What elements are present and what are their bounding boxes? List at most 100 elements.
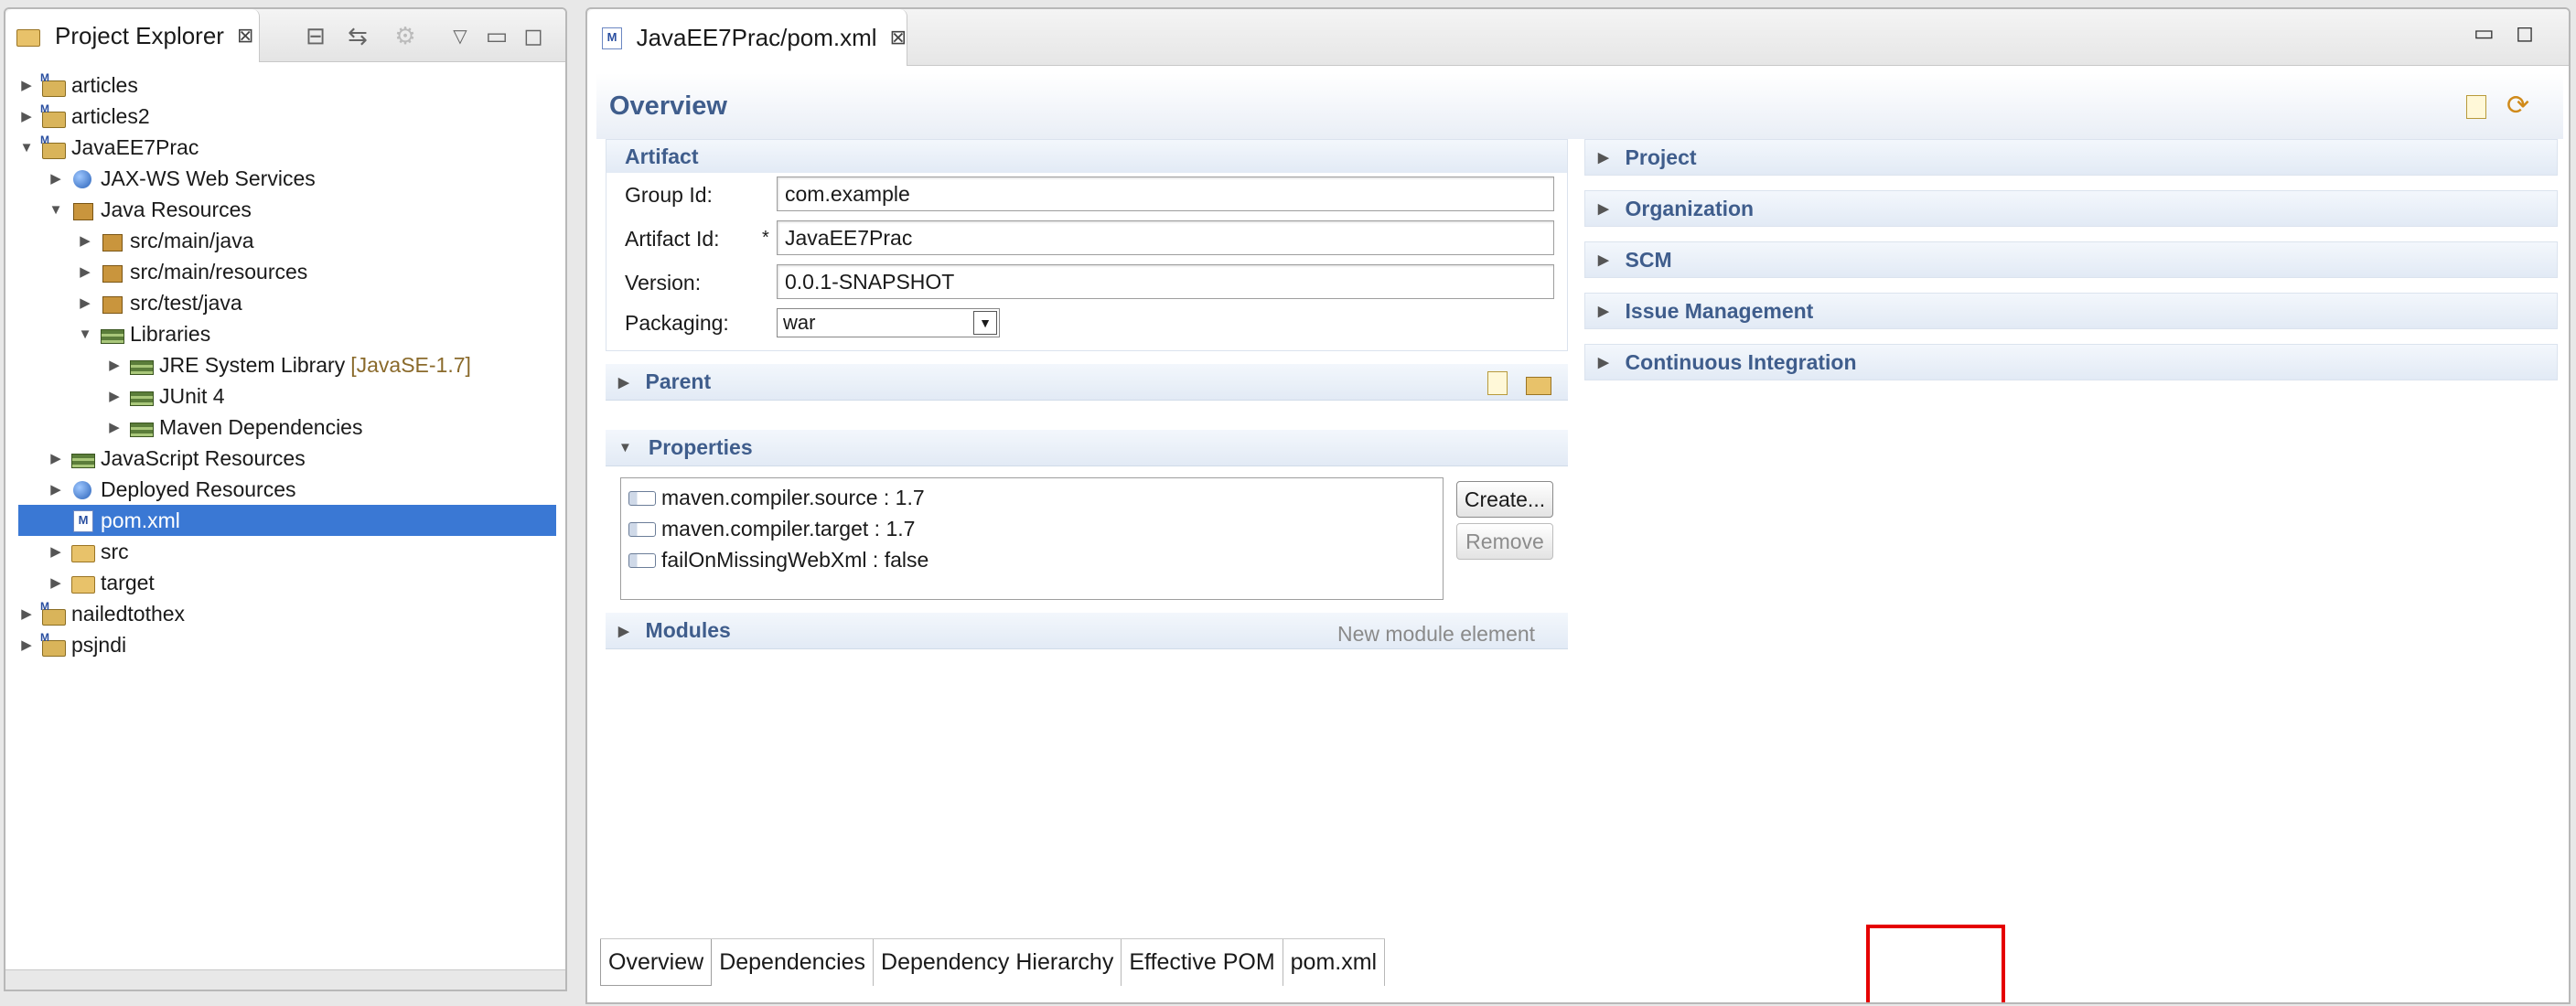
tree-item-src-main-java[interactable]: ▶ src/main/java <box>5 225 565 256</box>
view-menu-icon[interactable]: ▽ <box>445 20 476 51</box>
expand-icon[interactable]: ▶ <box>48 481 64 498</box>
tree-item-src-main-resources[interactable]: ▶ src/main/resources <box>5 256 565 287</box>
expand-icon[interactable]: ▶ <box>48 574 64 591</box>
collapse-icon[interactable]: ▼ <box>77 326 93 342</box>
pkg-icon <box>99 260 124 284</box>
tree-item-junit[interactable]: ▶ JUnit 4 <box>5 380 565 412</box>
project-explorer-tab[interactable]: Project Explorer ⊠ <box>5 9 260 62</box>
tree-item-jaxws[interactable]: ▶ JAX-WS Web Services <box>5 163 565 194</box>
artifact-id-field[interactable]: JavaEE7Prac <box>777 220 1554 255</box>
properties-header[interactable]: ▼ Properties <box>606 430 1568 466</box>
packaging-label: Packaging: <box>625 310 729 335</box>
pkg-icon <box>70 198 95 221</box>
version-field[interactable]: 0.0.1-SNAPSHOT <box>777 264 1554 299</box>
group-id-field[interactable]: com.example <box>777 177 1554 211</box>
tree-item-articles2[interactable]: ▶ articles2 <box>5 101 565 132</box>
expand-icon[interactable]: ▶ <box>1598 200 1609 217</box>
tree-item-psjndi[interactable]: ▶ psjndi <box>5 629 565 660</box>
globe-icon <box>70 166 95 190</box>
expand-icon[interactable]: ▶ <box>1598 303 1609 319</box>
open-folder-icon[interactable] <box>1524 369 1551 395</box>
tree-item-nailedtothex[interactable]: ▶ nailedtothex <box>5 598 565 629</box>
expand-icon[interactable]: ▶ <box>18 108 35 124</box>
tree-item-target[interactable]: ▶ target <box>5 567 565 598</box>
artifact-heading[interactable]: Artifact <box>606 140 1567 173</box>
property-row[interactable]: maven.compiler.source : 1.7 <box>621 482 1443 513</box>
page-tab-effective-pom[interactable]: Effective POM <box>1122 939 1283 986</box>
collapse-icon[interactable]: ▼ <box>48 201 64 218</box>
collapse-icon[interactable]: ▼ <box>18 139 35 155</box>
refresh-icon[interactable] <box>2505 90 2532 122</box>
expand-icon[interactable]: ▶ <box>618 374 629 391</box>
section-organization[interactable]: ▶ Organization <box>1584 190 2558 227</box>
expand-icon[interactable]: ▶ <box>77 294 93 311</box>
maximize-icon[interactable]: ◻ <box>2516 20 2534 47</box>
section-project[interactable]: ▶ Project <box>1584 139 2558 176</box>
parent-header[interactable]: ▶ Parent <box>606 364 1568 401</box>
editor-tab-pom[interactable]: JavaEE7Prac/pom.xml ⊠ <box>587 9 907 66</box>
tree-item-articles[interactable]: ▶ articles <box>5 70 565 101</box>
tree-item-javaee7prac[interactable]: ▼ JavaEE7Prac <box>5 132 565 163</box>
expand-icon[interactable]: ▶ <box>77 263 93 280</box>
expand-icon[interactable]: ▶ <box>1598 354 1609 370</box>
page-tab-pom-xml[interactable]: pom.xml <box>1283 939 1386 986</box>
section-continuous-integration[interactable]: ▶ Continuous Integration <box>1584 344 2558 380</box>
expand-icon[interactable]: ▶ <box>618 623 629 639</box>
tree-item-libraries[interactable]: ▼ Libraries <box>5 318 565 349</box>
close-icon[interactable]: ⊠ <box>890 26 907 49</box>
section-scm[interactable]: ▶ SCM <box>1584 241 2558 278</box>
expand-icon[interactable]: ▶ <box>18 605 35 622</box>
minimize-icon[interactable]: ▭ <box>481 20 512 51</box>
close-icon[interactable]: ⊠ <box>237 24 253 48</box>
page-tab-dependency-hierarchy[interactable]: Dependency Hierarchy <box>874 939 1122 986</box>
lib-icon <box>128 384 154 408</box>
secondary-panel-edge <box>5 969 565 990</box>
expand-icon[interactable]: ▶ <box>48 450 64 466</box>
tree-item-src[interactable]: ▶ src <box>5 536 565 567</box>
tree-item-jre[interactable]: ▶ JRE System Library [JavaSE-1.7] <box>5 349 565 380</box>
maximize-icon[interactable]: ◻ <box>518 20 549 51</box>
expand-icon[interactable]: ▶ <box>1598 252 1609 268</box>
tree-item-deployed[interactable]: ▶ Deployed Resources <box>5 474 565 505</box>
highlight-box <box>1866 925 2005 1002</box>
expand-icon[interactable]: ▶ <box>18 637 35 653</box>
expand-icon[interactable]: ▶ <box>106 419 123 435</box>
required-marker: * <box>762 228 769 248</box>
expand-icon[interactable]: ▶ <box>77 232 93 249</box>
properties-list[interactable]: maven.compiler.source : 1.7 maven.compile… <box>620 477 1444 600</box>
expand-icon[interactable]: ▶ <box>18 77 35 93</box>
new-module-hint[interactable]: New module element <box>1337 622 1535 647</box>
properties-heading: Properties <box>648 435 753 459</box>
open-pom-icon[interactable] <box>2463 93 2490 119</box>
create-property-button[interactable]: Create... <box>1456 481 1553 518</box>
new-parent-icon[interactable] <box>1484 369 1511 395</box>
expand-icon[interactable]: ▶ <box>106 388 123 404</box>
tree-item-src-test-java[interactable]: ▶ src/test/java <box>5 287 565 318</box>
tree-item-label: src/main/resources <box>130 259 308 284</box>
page-tab-dependencies[interactable]: Dependencies <box>712 939 875 986</box>
tree-item-pom[interactable]: pom.xml <box>18 505 556 536</box>
folder-icon <box>70 540 95 563</box>
expand-icon[interactable]: ▶ <box>48 170 64 187</box>
tree-item-maven-deps[interactable]: ▶ Maven Dependencies <box>5 412 565 443</box>
collapse-icon[interactable]: ▼ <box>618 440 632 455</box>
property-text: failOnMissingWebXml : false <box>661 547 929 572</box>
page-tab-overview[interactable]: Overview <box>600 939 713 986</box>
link-with-editor-icon[interactable]: ⇆ <box>342 20 373 51</box>
property-row[interactable]: failOnMissingWebXml : false <box>621 544 1443 575</box>
editor-tabbar: JavaEE7Prac/pom.xml ⊠ ▭ ◻ <box>587 9 2569 66</box>
remove-property-button[interactable]: Remove <box>1456 523 1553 560</box>
expand-icon[interactable]: ▶ <box>106 357 123 373</box>
tree-item-js-resources[interactable]: ▶ JavaScript Resources <box>5 443 565 474</box>
section-issue-management[interactable]: ▶ Issue Management <box>1584 293 2558 329</box>
property-icon <box>627 519 658 538</box>
chevron-down-icon[interactable]: ▼ <box>973 311 997 335</box>
tree-item-java-resources[interactable]: ▼ Java Resources <box>5 194 565 225</box>
proj-icon <box>40 631 66 657</box>
expand-icon[interactable]: ▶ <box>48 543 64 560</box>
collapse-all-icon[interactable]: ⊟ <box>300 20 331 51</box>
packaging-select[interactable]: war ▼ <box>777 308 1000 337</box>
property-row[interactable]: maven.compiler.target : 1.7 <box>621 513 1443 544</box>
expand-icon[interactable]: ▶ <box>1598 149 1609 166</box>
minimize-icon[interactable]: ▭ <box>2474 20 2495 47</box>
